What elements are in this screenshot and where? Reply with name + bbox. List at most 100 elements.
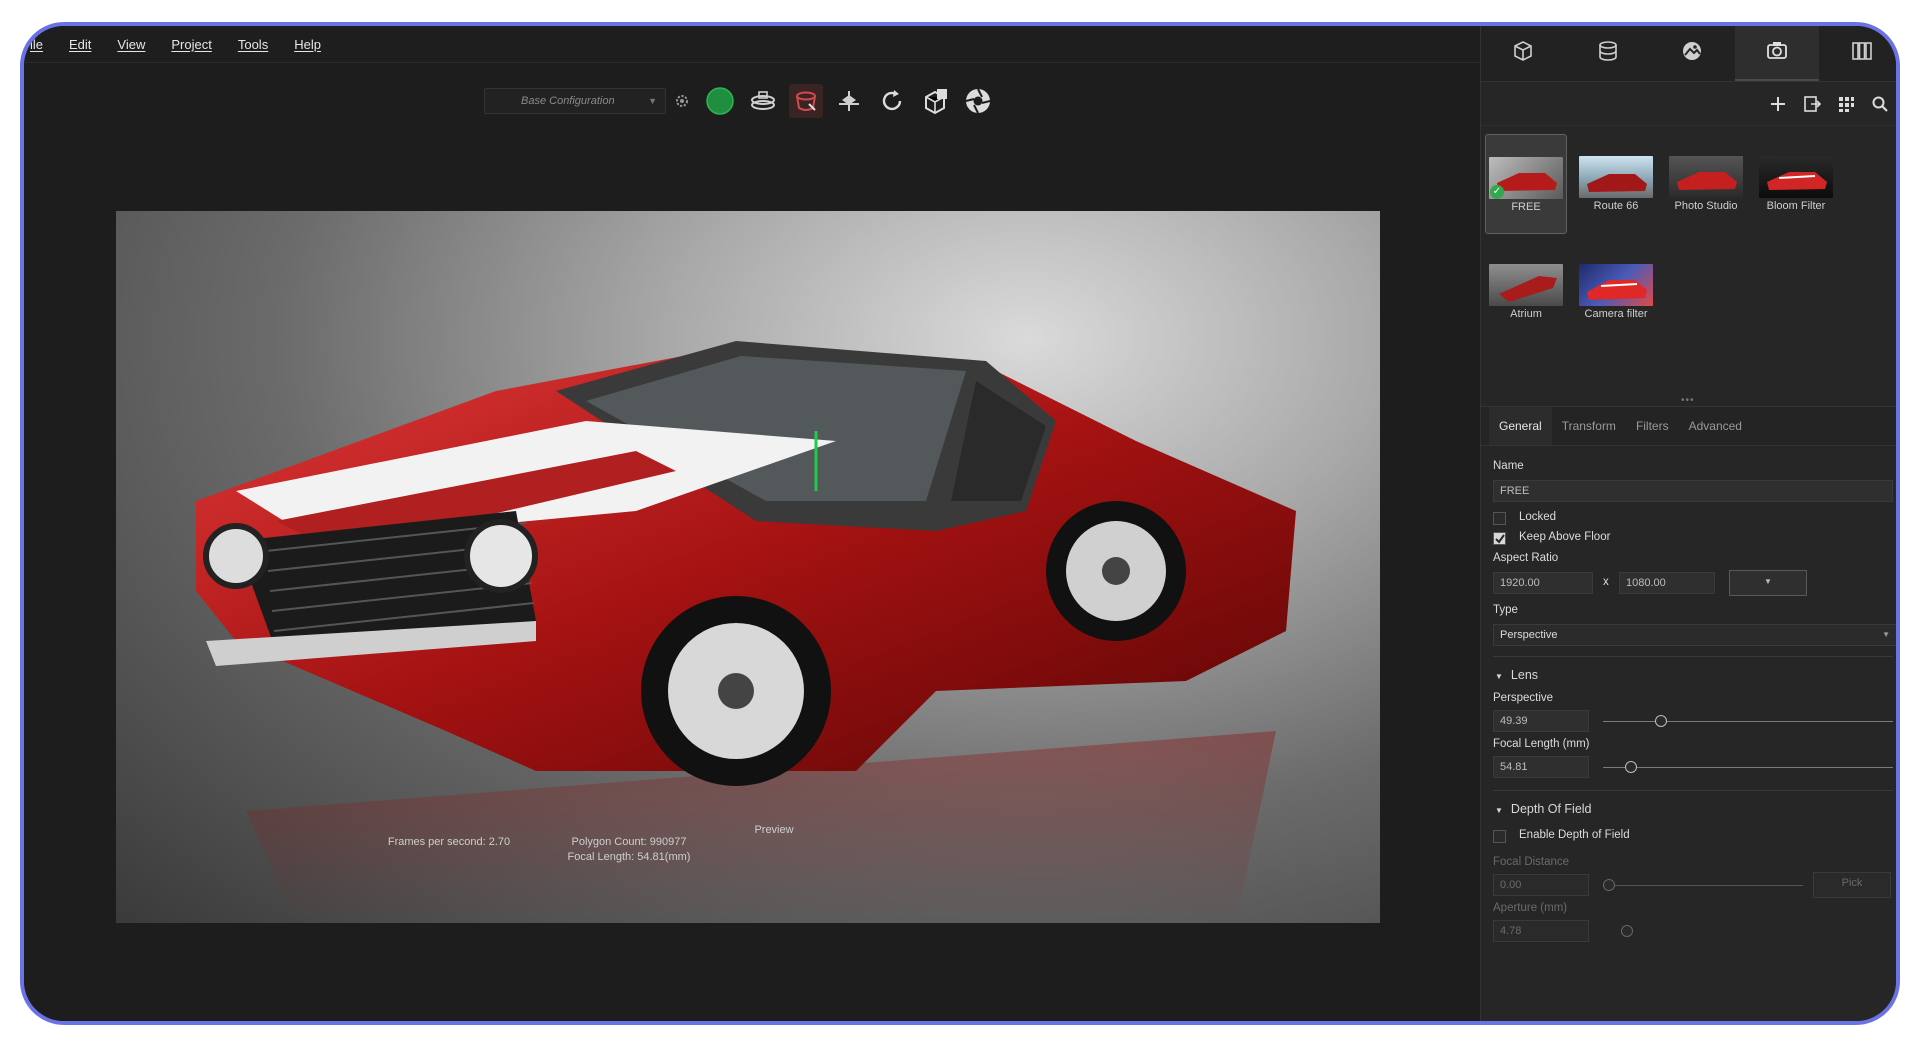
menu-project[interactable]: Project (171, 37, 211, 52)
polygon-focal-readout: Polygon Count: 990977 Focal Length: 54.8… (504, 835, 754, 865)
type-label: Type (1493, 604, 1518, 616)
check-icon: ✓ (1490, 185, 1504, 199)
preset-thumbnail (1579, 264, 1653, 306)
keep-above-floor-label: Keep Above Floor (1519, 531, 1611, 543)
columns-icon (1850, 39, 1874, 68)
tab-layout[interactable] (1819, 26, 1896, 81)
aspect-x-label: x (1603, 576, 1609, 588)
dof-section-title: Depth Of Field (1510, 802, 1592, 816)
shutter-icon[interactable] (961, 84, 995, 118)
tab-transform[interactable]: Transform (1552, 407, 1626, 445)
render-preview[interactable] (116, 211, 1380, 923)
chevron-down-icon: ▼ (648, 96, 657, 106)
tab-general[interactable]: General (1489, 407, 1552, 445)
focal-distance-field: 0.00 (1493, 874, 1589, 896)
enable-dof-checkbox[interactable] (1493, 830, 1506, 843)
preset-label: FREE (1511, 201, 1541, 213)
right-panel: ✓ FREE Route 66 Photo Studio Bloom Filte… (1480, 26, 1896, 1021)
depth-of-field-section-header[interactable]: ▼ Depth Of Field (1495, 802, 1592, 816)
perspective-field[interactable]: 49.39 (1493, 710, 1589, 732)
lens-section-title: Lens (1510, 668, 1539, 682)
focal-length-label: Focal Length (mm) (1493, 738, 1590, 750)
lens-section-header[interactable]: ▼ Lens (1495, 668, 1538, 682)
app-window: ile Edit View Project Tools Help Base Co… (20, 22, 1900, 1025)
perspective-label: Perspective (1493, 692, 1554, 704)
focal-length-field[interactable]: 54.81 (1493, 756, 1589, 778)
focal-distance-label: Focal Distance (1493, 856, 1570, 868)
tab-models[interactable] (1481, 26, 1566, 81)
focal-distance-slider-track (1603, 885, 1803, 886)
perspective-slider-track[interactable] (1603, 721, 1893, 722)
properties-form: Name FREE Locked Keep Above Floor Aspect… (1481, 448, 1896, 1021)
environment-icon (1680, 39, 1704, 68)
menu-edit[interactable]: Edit (69, 37, 91, 52)
enable-dof-label: Enable Depth of Field (1519, 829, 1630, 841)
preset-thumbnail (1669, 156, 1743, 198)
preset-free[interactable]: ✓ FREE (1485, 134, 1567, 234)
preset-camera-filter[interactable]: Camera filter (1575, 242, 1657, 342)
panel-actions (1481, 82, 1896, 126)
aperture-slider-knob (1621, 925, 1633, 937)
aspect-ratio-label: Aspect Ratio (1493, 552, 1559, 564)
tab-materials[interactable] (1566, 26, 1651, 81)
pivot-icon[interactable] (832, 84, 866, 118)
aperture-field: 4.78 (1493, 920, 1589, 942)
collapse-triangle-icon: ▼ (1495, 806, 1503, 815)
green-status-icon[interactable] (703, 84, 737, 118)
panel-splitter-handle[interactable]: ••• (1681, 395, 1695, 406)
aspect-height-field[interactable]: 1080.00 (1619, 572, 1715, 594)
divider (1493, 790, 1893, 791)
car-render-image (196, 341, 1296, 923)
focal-length-slider-knob[interactable] (1625, 761, 1637, 773)
aspect-preset-dropdown[interactable]: ▼ (1729, 570, 1807, 596)
focal-length-slider-track[interactable] (1603, 767, 1893, 768)
focal-distance-slider-knob (1603, 879, 1615, 891)
menu-tools[interactable]: Tools (238, 37, 268, 52)
panel-tab-bar (1481, 26, 1896, 82)
aspect-width-field[interactable]: 1920.00 (1493, 572, 1593, 594)
tab-filters[interactable]: Filters (1626, 407, 1679, 445)
preset-label: Bloom Filter (1766, 200, 1826, 212)
menu-help[interactable]: Help (294, 37, 321, 52)
preset-label: Atrium (1510, 308, 1542, 320)
database-icon (1596, 39, 1620, 68)
type-select[interactable]: Perspective ▼ (1493, 624, 1896, 646)
refresh-icon[interactable] (875, 84, 909, 118)
export-icon[interactable] (1802, 94, 1822, 114)
name-field[interactable]: FREE (1493, 480, 1893, 502)
search-icon[interactable] (1870, 94, 1890, 114)
preset-atrium[interactable]: Atrium (1485, 242, 1567, 342)
preset-label: Photo Studio (1674, 200, 1738, 212)
preset-bloom-filter[interactable]: Bloom Filter (1755, 134, 1837, 234)
viewport[interactable]: Base Configuration ▼ Frames per second: … (24, 62, 1480, 1021)
plus-icon[interactable] (1768, 94, 1788, 114)
chevron-down-icon: ▼ (1764, 577, 1772, 586)
camera-presets: ✓ FREE Route 66 Photo Studio Bloom Filte… (1481, 126, 1896, 406)
locked-checkbox[interactable] (1493, 512, 1506, 525)
pick-label: Pick (1841, 877, 1863, 889)
preview-label: Preview (754, 824, 794, 836)
preset-route-66[interactable]: Route 66 (1575, 134, 1657, 234)
cube-add-icon[interactable] (918, 84, 952, 118)
preset-label: Camera filter (1584, 308, 1648, 320)
preset-photo-studio[interactable]: Photo Studio (1665, 134, 1747, 234)
settings-gear-icon[interactable] (670, 84, 694, 118)
keep-above-floor-checkbox[interactable] (1493, 532, 1506, 545)
configuration-value: Base Configuration (521, 95, 615, 107)
preset-thumbnail (1759, 156, 1833, 198)
configuration-select[interactable]: Base Configuration ▼ (484, 88, 666, 114)
preset-label: Route 66 (1593, 200, 1639, 212)
tab-environments[interactable] (1650, 26, 1735, 81)
menu-view[interactable]: View (117, 37, 145, 52)
paint-bucket-icon[interactable] (789, 84, 823, 118)
chevron-down-icon: ▼ (1882, 630, 1890, 639)
aperture-label: Aperture (mm) (1493, 902, 1568, 914)
turntable-icon[interactable] (746, 84, 780, 118)
tab-advanced[interactable]: Advanced (1679, 407, 1752, 445)
grid-icon[interactable] (1836, 94, 1856, 114)
preset-thumbnail (1489, 264, 1563, 306)
preset-thumbnail (1579, 156, 1653, 198)
perspective-slider-knob[interactable] (1655, 715, 1667, 727)
menu-file[interactable]: ile (30, 37, 43, 52)
tab-cameras[interactable] (1734, 26, 1820, 81)
